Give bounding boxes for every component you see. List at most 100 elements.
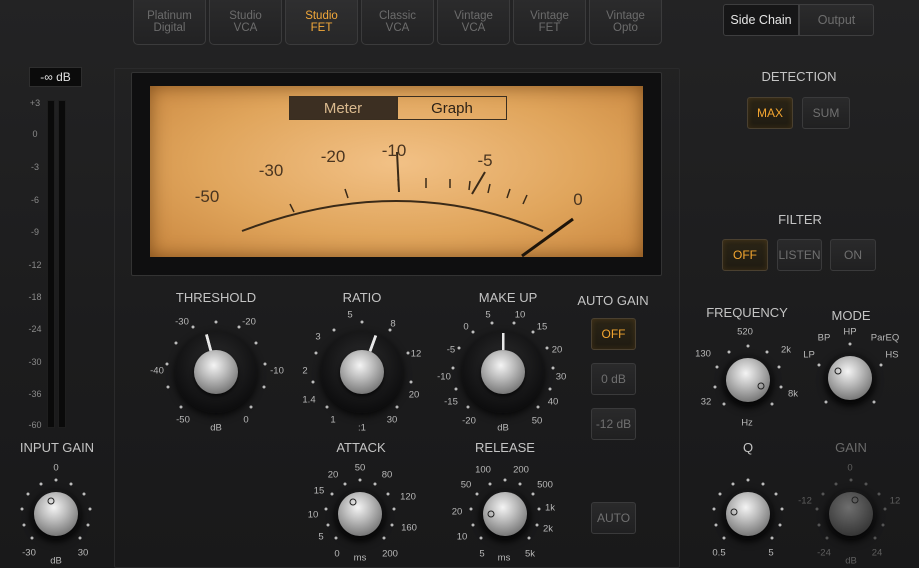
attack-tick bbox=[373, 482, 377, 486]
release-scale: 5k bbox=[524, 548, 536, 560]
input-level-readout: -∞ dB bbox=[29, 67, 82, 87]
gain-min: -12 bbox=[798, 495, 812, 507]
auto-gain-minus12db-button[interactable]: -12 dB bbox=[591, 408, 636, 440]
gain-tick bbox=[849, 478, 853, 482]
filter-off-button[interactable]: OFF bbox=[722, 239, 768, 271]
frequency-knob[interactable] bbox=[723, 355, 773, 405]
makeup-tick bbox=[490, 321, 494, 325]
ratio-knob[interactable] bbox=[321, 331, 403, 413]
meter-label-minus50: -50 bbox=[194, 187, 220, 206]
ratio-unit: :1 bbox=[358, 422, 366, 434]
mode-knob[interactable] bbox=[825, 353, 875, 403]
frequency-tick bbox=[727, 350, 731, 354]
input-gain-tick bbox=[20, 507, 24, 511]
q-tick bbox=[746, 478, 750, 482]
threshold-knob[interactable] bbox=[175, 331, 257, 413]
meter-label-minus30: -30 bbox=[258, 161, 284, 180]
frequency-tick bbox=[746, 344, 750, 348]
makeup-tick bbox=[512, 321, 516, 325]
makeup-scale: -5 bbox=[446, 344, 456, 356]
detection-max-button[interactable]: MAX bbox=[747, 97, 793, 129]
attack-tick bbox=[343, 482, 347, 486]
q-max: 5 bbox=[768, 547, 774, 559]
mode-tick bbox=[879, 363, 883, 367]
frequency-scale: 520 bbox=[737, 326, 753, 338]
frequency-scale: 2k bbox=[780, 344, 792, 356]
mode-tick bbox=[872, 400, 876, 404]
makeup-scale: 0 bbox=[463, 321, 469, 333]
input-meter-scale-label: -9 bbox=[30, 227, 40, 237]
ratio-scale: 20 bbox=[408, 389, 420, 401]
attack-tick bbox=[334, 536, 338, 540]
input-gain-tick bbox=[54, 478, 58, 482]
q-tick bbox=[731, 482, 735, 486]
attack-scale: 5 bbox=[318, 531, 324, 543]
input-meter-bar-left bbox=[47, 100, 55, 428]
tab-platinum-digital[interactable]: Platinum Digital bbox=[133, 0, 206, 45]
tab-classic-vca[interactable]: Classic VCA bbox=[361, 0, 434, 45]
auto-gain-0db-button[interactable]: 0 dB bbox=[591, 363, 636, 395]
release-scale: 5 bbox=[479, 548, 485, 560]
ratio-tick bbox=[360, 320, 364, 324]
makeup-scale: 15 bbox=[536, 321, 548, 333]
ratio-tick bbox=[311, 380, 315, 384]
mode-scale: LP bbox=[803, 349, 815, 361]
release-tick bbox=[535, 523, 539, 526]
output-button[interactable]: Output bbox=[799, 4, 874, 36]
input-gain-tick bbox=[22, 523, 26, 526]
release-tick bbox=[531, 492, 534, 496]
input-meter-scale-label: +3 bbox=[29, 98, 41, 108]
frequency-tick bbox=[770, 402, 774, 406]
detection-label: DETECTION bbox=[761, 69, 837, 84]
mode-scale: HS bbox=[885, 349, 899, 361]
side-chain-button[interactable]: Side Chain bbox=[723, 4, 799, 36]
input-gain-knob[interactable] bbox=[31, 489, 81, 539]
input-gain-max: 30 bbox=[77, 547, 89, 559]
ratio-scale: 2 bbox=[302, 365, 308, 377]
frequency-tick bbox=[715, 365, 719, 369]
threshold-label: THRESHOLD bbox=[175, 290, 257, 305]
release-tick bbox=[469, 507, 473, 511]
makeup-scale: 30 bbox=[555, 371, 567, 383]
release-scale: 100 bbox=[475, 464, 491, 476]
tab-vintage-fet[interactable]: Vintage FET bbox=[513, 0, 586, 45]
makeup-scale: -20 bbox=[462, 415, 476, 427]
threshold-tick bbox=[174, 341, 178, 345]
auto-button[interactable]: AUTO bbox=[591, 502, 636, 534]
threshold-tick bbox=[263, 362, 267, 366]
filter-listen-button[interactable]: LISTEN bbox=[777, 239, 822, 271]
ratio-tick bbox=[406, 351, 410, 355]
mode-tick bbox=[848, 342, 852, 346]
frequency-tick bbox=[765, 350, 769, 354]
tab-vintage-opto[interactable]: Vintage Opto bbox=[589, 0, 662, 45]
attack-scale: 15 bbox=[313, 485, 325, 497]
tab-vintage-vca[interactable]: Vintage VCA bbox=[437, 0, 510, 45]
input-meter-scale-label: -18 bbox=[28, 292, 42, 302]
release-tick bbox=[518, 482, 522, 486]
input-gain-label: INPUT GAIN bbox=[19, 440, 95, 455]
release-scale: 50 bbox=[460, 479, 472, 491]
q-knob[interactable] bbox=[723, 489, 773, 539]
auto-gain-off-button[interactable]: OFF bbox=[591, 318, 636, 350]
mode-tick bbox=[824, 400, 828, 404]
threshold-scale: -40 bbox=[150, 365, 164, 377]
tab-studio-vca[interactable]: Studio VCA bbox=[209, 0, 282, 45]
attack-knob[interactable] bbox=[335, 489, 385, 539]
q-tick bbox=[712, 507, 716, 511]
gain-tick bbox=[883, 507, 887, 511]
threshold-tick bbox=[214, 320, 218, 324]
release-scale: 1k bbox=[544, 502, 556, 514]
detection-sum-button[interactable]: SUM bbox=[802, 97, 850, 129]
ratio-tick bbox=[332, 328, 336, 332]
attack-tick bbox=[326, 523, 330, 526]
filter-on-button[interactable]: ON bbox=[830, 239, 876, 271]
makeup-scale: 20 bbox=[551, 344, 563, 356]
gain-tick bbox=[817, 523, 821, 526]
ratio-scale: 3 bbox=[315, 331, 321, 343]
ratio-scale: 5 bbox=[347, 309, 353, 321]
makeup-knob[interactable] bbox=[462, 331, 544, 413]
gain-knob[interactable] bbox=[826, 489, 876, 539]
release-knob[interactable] bbox=[480, 489, 530, 539]
gain-bmax: 24 bbox=[871, 547, 883, 559]
tab-studio-fet[interactable]: Studio FET bbox=[285, 0, 358, 45]
